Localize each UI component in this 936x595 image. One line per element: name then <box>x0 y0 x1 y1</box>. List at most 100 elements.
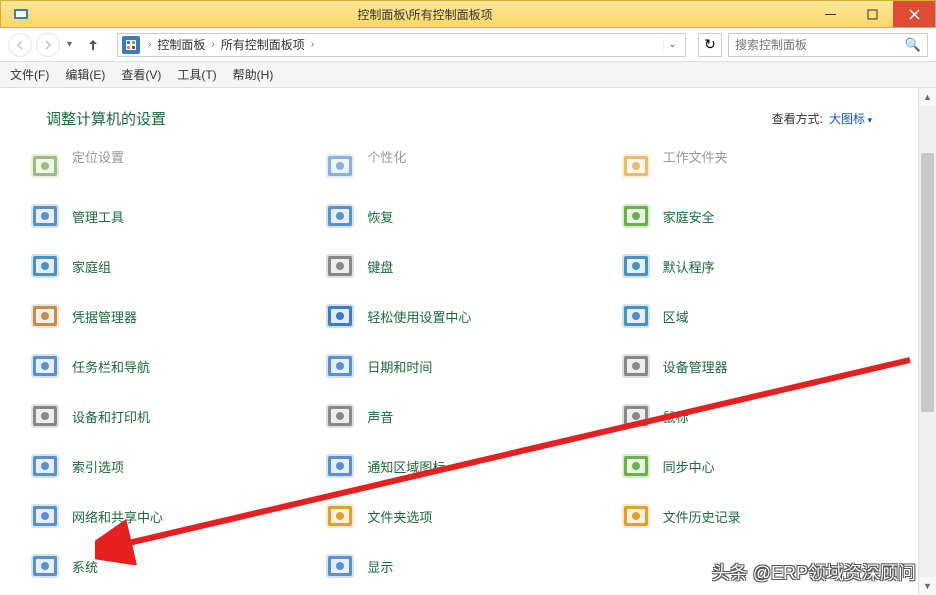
content-header: 调整计算机的设置 查看方式: 大图标 <box>20 88 898 139</box>
date-time-icon <box>323 349 357 383</box>
item-notification-area[interactable]: 通知区域图标 <box>315 443 602 489</box>
item-label: 声音 <box>367 407 393 426</box>
family-safety-icon <box>619 199 653 233</box>
item-label: 显示 <box>367 557 393 576</box>
search-box[interactable]: 🔍 <box>728 33 928 57</box>
forward-button[interactable] <box>36 33 60 57</box>
page-title: 调整计算机的设置 <box>46 108 772 129</box>
breadcrumb-seg-1[interactable]: 控制面板 <box>155 36 207 53</box>
search-icon[interactable]: 🔍 <box>905 37 921 53</box>
item-mouse[interactable]: 鼠标 <box>611 393 898 439</box>
network-sharing-icon <box>28 499 62 533</box>
item-personalization[interactable]: 个性化 <box>315 143 602 189</box>
title-bar: 控制面板\所有控制面板项 <box>0 0 936 28</box>
work-folders-icon <box>619 149 653 183</box>
item-region[interactable]: 区域 <box>611 293 898 339</box>
item-ease-of-access[interactable]: 轻松使用设置中心 <box>315 293 602 339</box>
devices-printers-icon <box>28 399 62 433</box>
item-devices-printers[interactable]: 设备和打印机 <box>20 393 307 439</box>
item-device-manager[interactable]: 设备管理器 <box>611 343 898 389</box>
item-sound[interactable]: 声音 <box>315 393 602 439</box>
scroll-thumb[interactable] <box>921 153 934 412</box>
breadcrumb-seg-2[interactable]: 所有控制面板项 <box>219 36 307 53</box>
item-indexing-options[interactable]: 索引选项 <box>20 443 307 489</box>
item-admin-tools[interactable]: 管理工具 <box>20 193 307 239</box>
indexing-options-icon <box>28 449 62 483</box>
sync-center-icon <box>619 449 653 483</box>
item-label: 网络和共享中心 <box>72 507 163 526</box>
item-homegroup[interactable]: 家庭组 <box>20 243 307 289</box>
item-label: 恢复 <box>367 207 393 226</box>
item-default-programs[interactable]: 默认程序 <box>611 243 898 289</box>
menu-help[interactable]: 帮助(H) <box>233 66 274 83</box>
breadcrumb-dropdown[interactable]: ⌄ <box>663 39 681 50</box>
item-label: 索引选项 <box>72 457 124 476</box>
taskbar-navigation-icon <box>28 349 62 383</box>
credential-manager-icon <box>28 299 62 333</box>
item-keyboard[interactable]: 键盘 <box>315 243 602 289</box>
close-button[interactable] <box>893 1 935 27</box>
back-button[interactable] <box>8 33 32 57</box>
item-label: 家庭安全 <box>663 207 715 226</box>
item-date-time[interactable]: 日期和时间 <box>315 343 602 389</box>
system-icon <box>28 549 62 583</box>
item-taskbar-navigation[interactable]: 任务栏和导航 <box>20 343 307 389</box>
watermark-text: 头条 @ERP领域资深顾问 <box>712 559 916 585</box>
item-work-folders[interactable]: 工作文件夹 <box>611 143 898 189</box>
item-folder-options[interactable]: 文件夹选项 <box>315 493 602 539</box>
sound-icon <box>323 399 357 433</box>
item-system[interactable]: 系统 <box>20 543 307 589</box>
item-sync-center[interactable]: 同步中心 <box>611 443 898 489</box>
item-file-history[interactable]: 文件历史记录 <box>611 493 898 539</box>
region-icon <box>619 299 653 333</box>
item-label: 文件历史记录 <box>663 507 741 526</box>
vertical-scrollbar[interactable]: ▲ ▼ <box>918 88 936 595</box>
navigation-bar: ▾ › 控制面板 › 所有控制面板项 › ⌄ ↻ 🔍 <box>0 28 936 62</box>
minimize-button[interactable] <box>809 1 851 27</box>
item-label: 鼠标 <box>663 407 689 426</box>
display-icon <box>323 549 357 583</box>
item-label: 凭据管理器 <box>72 307 137 326</box>
scroll-down-button[interactable]: ▼ <box>919 577 936 595</box>
menu-edit[interactable]: 编辑(E) <box>65 66 105 83</box>
items-grid: 定位设置 个性化 工作文件夹管理工具 恢复 家庭安全家庭组 键盘 默认程序凭据管理器 轻松使用… <box>20 143 898 589</box>
scroll-up-button[interactable]: ▲ <box>919 88 936 106</box>
item-label: 家庭组 <box>72 257 111 276</box>
device-manager-icon <box>619 349 653 383</box>
menu-tools[interactable]: 工具(T) <box>177 66 216 83</box>
up-button[interactable] <box>81 33 105 57</box>
item-label: 工作文件夹 <box>663 147 728 166</box>
item-label: 管理工具 <box>72 207 124 226</box>
item-family-safety[interactable]: 家庭安全 <box>611 193 898 239</box>
history-dropdown[interactable]: ▾ <box>64 39 75 50</box>
menu-view[interactable]: 查看(V) <box>121 66 161 83</box>
folder-options-icon <box>323 499 357 533</box>
item-label: 默认程序 <box>663 257 715 276</box>
view-mode-label: 查看方式: <box>772 110 823 127</box>
default-programs-icon <box>619 249 653 283</box>
item-label: 设备管理器 <box>663 357 728 376</box>
view-mode-selector[interactable]: 大图标 <box>829 110 872 127</box>
item-label: 轻松使用设置中心 <box>367 307 471 326</box>
menu-file[interactable]: 文件(F) <box>10 66 49 83</box>
item-label: 个性化 <box>367 147 406 166</box>
scroll-track[interactable] <box>919 106 936 577</box>
window-title: 控制面板\所有控制面板项 <box>41 6 809 23</box>
breadcrumb-separator[interactable]: › <box>307 39 318 50</box>
breadcrumb-separator[interactable]: › <box>207 39 218 50</box>
breadcrumb[interactable]: › 控制面板 › 所有控制面板项 › ⌄ <box>117 33 686 57</box>
item-label: 任务栏和导航 <box>72 357 150 376</box>
maximize-button[interactable] <box>851 1 893 27</box>
refresh-button[interactable]: ↻ <box>698 33 722 57</box>
item-display[interactable]: 显示 <box>315 543 602 589</box>
item-location-settings[interactable]: 定位设置 <box>20 143 307 189</box>
item-label: 通知区域图标 <box>367 457 445 476</box>
breadcrumb-separator[interactable]: › <box>144 39 155 50</box>
search-input[interactable] <box>735 38 905 52</box>
recovery-icon <box>323 199 357 233</box>
item-credential-manager[interactable]: 凭据管理器 <box>20 293 307 339</box>
item-network-sharing[interactable]: 网络和共享中心 <box>20 493 307 539</box>
item-label: 区域 <box>663 307 689 326</box>
location-settings-icon <box>28 149 62 183</box>
item-recovery[interactable]: 恢复 <box>315 193 602 239</box>
